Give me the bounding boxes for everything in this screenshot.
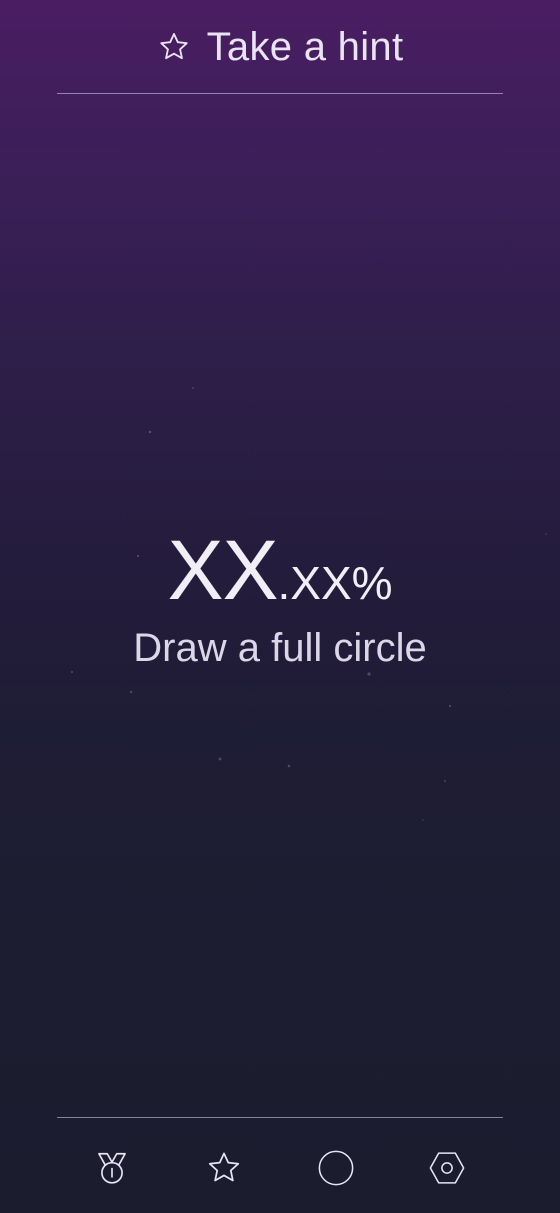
bottom-navigation <box>57 1118 503 1213</box>
score-display: XX.XX% <box>0 528 560 612</box>
nav-circle-button[interactable] <box>316 1148 356 1188</box>
medal-icon <box>98 1152 126 1184</box>
instruction-text: Draw a full circle <box>133 626 427 670</box>
take-hint-button[interactable]: Take a hint <box>0 0 560 94</box>
star-outline-icon <box>159 33 188 60</box>
score-decimal: .XX% <box>277 557 393 609</box>
score-integer: XX <box>167 523 278 617</box>
star-icon <box>208 1152 240 1182</box>
nav-favorites-button[interactable] <box>204 1148 244 1188</box>
top-divider <box>57 93 503 94</box>
nav-leaderboard-button[interactable] <box>92 1148 132 1188</box>
hexagon-settings-icon <box>429 1152 465 1184</box>
circle-icon <box>318 1150 354 1186</box>
nav-settings-button[interactable] <box>427 1148 467 1188</box>
hint-label: Take a hint <box>206 25 404 69</box>
